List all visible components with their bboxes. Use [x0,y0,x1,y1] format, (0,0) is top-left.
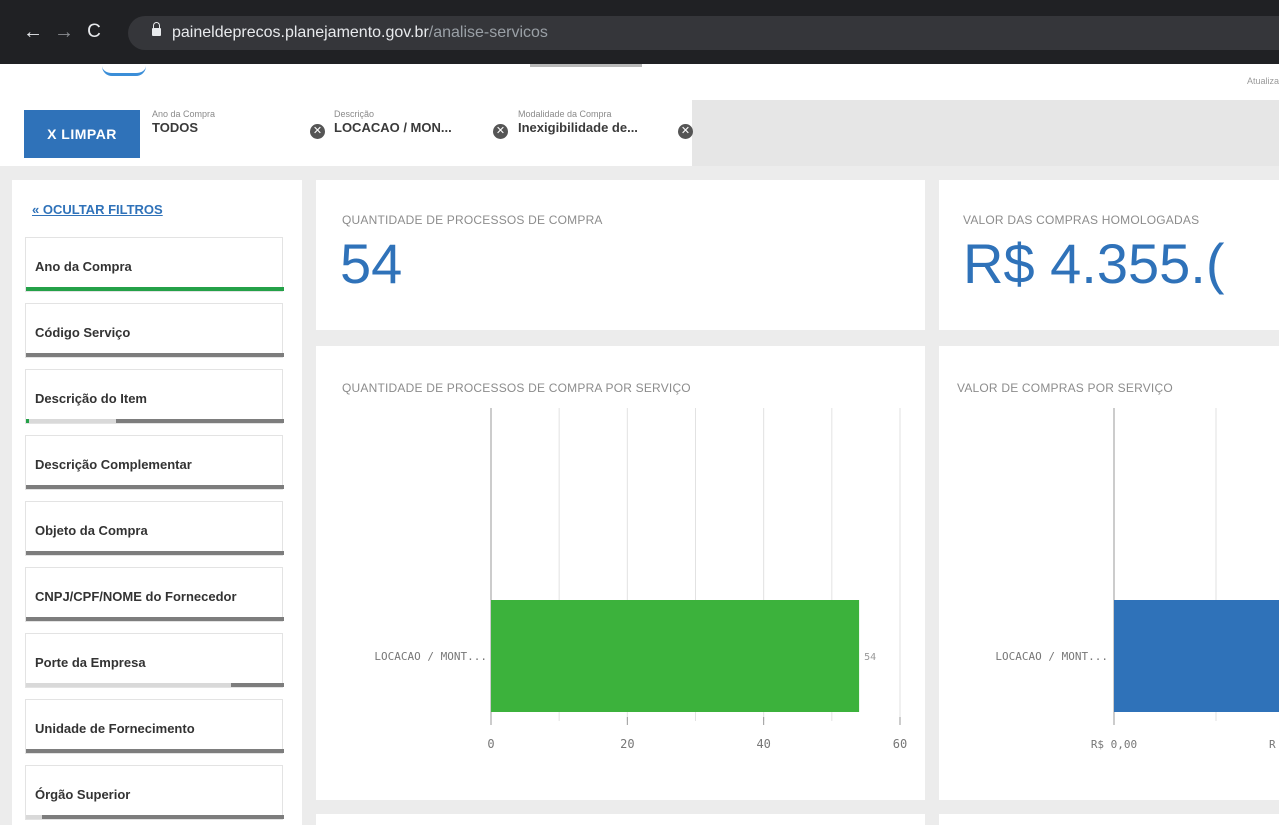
app-header: Atualiza [0,64,1279,100]
reload-icon[interactable]: C [83,22,105,42]
data-label: 54 [864,652,876,663]
x-tick-label: 40 [756,737,770,751]
chip-label: Descrição [334,109,375,119]
sidebar-item-orgao-superior[interactable]: Órgão Superior [25,765,284,820]
header-subtitle-fragment [530,64,642,67]
forward-arrow-icon[interactable]: → [53,22,75,42]
filter-indicator [26,353,284,357]
category-label: LOCACAO / MONT... [374,650,487,663]
url-path: /analise-servicos [428,24,548,41]
filter-active-indicator [26,287,284,291]
sidebar-item-objeto-compra[interactable]: Objeto da Compra [25,501,284,556]
chip-label: Modalidade da Compra [518,109,612,119]
quantity-bar-chart: 0 20 40 60 LOCACAO / MONT... 54 [374,408,907,751]
x-tick-label: R [1269,738,1276,751]
sidebar-item-descricao-item[interactable]: Descrição do Item [25,369,284,424]
sidebar-item-ano-compra[interactable]: Ano da Compra [25,237,284,292]
x-tick-label: 0 [487,737,494,751]
category-label: LOCACAO / MONT... [995,650,1108,663]
last-updated-text: Atualiza [1246,76,1279,86]
x-tick-label: 60 [893,737,907,751]
clear-filters-button[interactable]: X LIMPAR [24,110,140,158]
next-card-edge [939,814,1279,825]
filter-indicator [26,815,284,819]
bar [491,600,860,712]
sidebar-item-label: Ano da Compra [35,259,132,274]
address-bar[interactable]: paineldeprecos.planejamento.gov.br/anali… [128,16,1279,50]
remove-filter-icon[interactable]: ✕ [678,124,693,139]
x-tick-label: R$ 0,00 [1091,738,1137,751]
filter-chip-modalidade[interactable]: Modalidade da Compra Inexigibilidade de.… [518,109,638,135]
url-text[interactable]: paineldeprecos.planejamento.gov.br/anali… [172,24,548,42]
filter-indicator [26,617,284,621]
chip-label: Ano da Compra [152,109,216,119]
filter-indicator [26,749,284,753]
next-card-edge [316,814,925,825]
chart-card-valor-por-servico: VALOR DE COMPRAS POR SERVIÇO R$ 0,00 R LOC… [939,346,1279,800]
chart-card-quantidade-por-servico: QUANTIDADE DE PROCESSOS DE COMPRA POR SE… [316,346,925,800]
bar [1114,600,1279,712]
filter-chip-ano[interactable]: Ano da Compra TODOS [152,109,215,135]
filter-indicator [26,551,284,555]
hide-filters-link[interactable]: « OCULTAR FILTROS [32,202,163,217]
browser-toolbar: ← → C paineldeprecos.planejamento.gov.br… [0,0,1279,64]
filter-indicator [26,683,284,687]
sidebar-item-label: CNPJ/CPF/NOME do Fornecedor [35,589,237,604]
x-tick-label: 20 [620,737,634,751]
sidebar-item-fornecedor[interactable]: CNPJ/CPF/NOME do Fornecedor [25,567,284,622]
sidebar-item-label: Órgão Superior [35,787,131,802]
filter-indicator [26,419,284,423]
sidebar-item-label: Código Serviço [35,325,131,340]
filter-bar: X LIMPAR Ano da Compra TODOS Descrição L… [0,100,1279,166]
sidebar-item-porte-empresa[interactable]: Porte da Empresa [25,633,284,688]
back-arrow-icon[interactable]: ← [22,22,44,42]
kpi-title: VALOR DAS COMPRAS HOMOLOGADAS [963,213,1200,227]
sidebar-item-unidade-fornecimento[interactable]: Unidade de Fornecimento [25,699,284,754]
filter-indicator [26,485,284,489]
remove-filter-icon[interactable]: ✕ [493,124,508,139]
sidebar-item-codigo-servico[interactable]: Código Serviço [25,303,284,358]
kpi-card-valor: VALOR DAS COMPRAS HOMOLOGADAS R$ 4.355.( [939,180,1279,330]
remove-filter-icon[interactable]: ✕ [310,124,325,139]
sidebar-item-label: Descrição Complementar [35,457,192,472]
sidebar-item-descricao-complementar[interactable]: Descrição Complementar [25,435,284,490]
value-bar-chart: R$ 0,00 R LOCACAO / MONT... [995,408,1279,751]
lock-icon [152,22,161,37]
sidebar-item-label: Porte da Empresa [35,655,146,670]
kpi-title: QUANTIDADE DE PROCESSOS DE COMPRA [342,213,603,227]
chip-value: TODOS [152,120,198,135]
filters-sidebar: « OCULTAR FILTROS Ano da Compra Código S… [12,180,302,825]
sidebar-item-label: Descrição do Item [35,391,147,406]
logo-icon[interactable] [102,66,146,76]
chip-value: LOCACAO / MON... [334,120,452,135]
sidebar-item-label: Objeto da Compra [35,523,148,538]
url-domain: paineldeprecos.planejamento.gov.br [172,24,429,41]
kpi-value: 54 [340,232,403,295]
kpi-value: R$ 4.355.( [963,232,1225,295]
chip-value: Inexigibilidade de... [518,120,638,135]
kpi-card-quantidade: QUANTIDADE DE PROCESSOS DE COMPRA 54 [316,180,925,330]
sidebar-item-label: Unidade de Fornecimento [35,721,195,736]
filter-chip-descricao[interactable]: Descrição LOCACAO / MON... [334,109,452,135]
